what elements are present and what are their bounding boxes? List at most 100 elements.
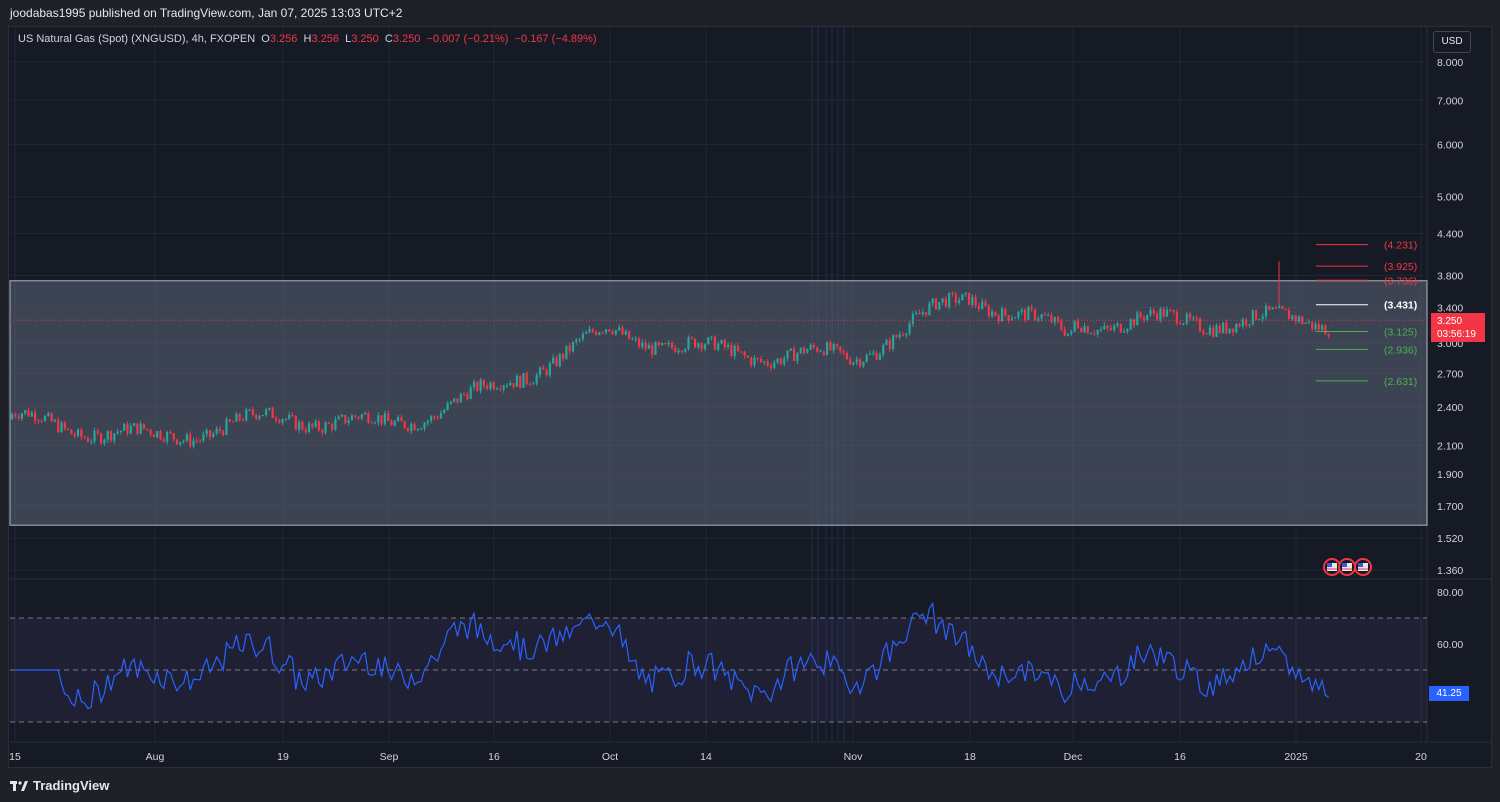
candle-body xyxy=(529,383,532,385)
candle-body xyxy=(733,345,736,357)
candle-body xyxy=(436,417,439,419)
candle-body xyxy=(347,420,350,423)
candle-body xyxy=(1116,323,1119,326)
candle-body xyxy=(403,421,406,428)
candle-body xyxy=(664,342,667,345)
candle-body xyxy=(611,331,614,334)
candle-body xyxy=(1248,324,1251,326)
candle-body xyxy=(162,439,165,442)
brand-label: TradingView xyxy=(33,778,110,793)
candle-body xyxy=(1255,310,1258,320)
candle-body xyxy=(57,420,60,433)
candle-body xyxy=(103,439,106,444)
candle-body xyxy=(40,420,43,422)
candle-body xyxy=(766,361,769,366)
candle-body xyxy=(1205,333,1208,335)
candle-body xyxy=(380,415,383,424)
candle-body xyxy=(1208,327,1211,335)
candle-body xyxy=(895,335,898,338)
candle-body xyxy=(182,440,185,442)
candle-body xyxy=(1020,309,1023,312)
candle-body xyxy=(746,355,749,358)
tradingview-logo[interactable]: TradingView xyxy=(10,778,109,793)
candle-body xyxy=(545,369,548,376)
candle-body xyxy=(166,431,169,442)
candle-body xyxy=(192,440,195,447)
candle-body xyxy=(601,332,604,334)
price-tick-label: 2.100 xyxy=(1437,440,1463,452)
candle-body xyxy=(116,431,119,434)
candle-body xyxy=(651,345,654,355)
candle-body xyxy=(1000,308,1004,322)
candle-body xyxy=(591,329,594,332)
candle-body xyxy=(763,361,766,363)
candle-body xyxy=(1324,325,1327,335)
candle-body xyxy=(677,350,680,353)
candle-body xyxy=(826,342,829,355)
candle-body xyxy=(822,351,825,355)
candle-body xyxy=(34,412,37,421)
candle-body xyxy=(1146,314,1149,321)
price-tick-label: 8.000 xyxy=(1437,57,1463,69)
candle-body xyxy=(387,413,390,422)
candle-body xyxy=(258,416,261,419)
candle-body xyxy=(1099,329,1103,331)
candle-body xyxy=(1175,311,1178,324)
candle-body xyxy=(961,294,964,301)
candle-body xyxy=(307,423,311,433)
candle-body xyxy=(136,423,139,434)
candle-body xyxy=(760,358,763,363)
candle-body xyxy=(232,421,235,423)
candle-body xyxy=(123,423,126,431)
candle-body xyxy=(179,441,182,445)
candle-body xyxy=(413,423,416,431)
candle-body xyxy=(1086,326,1089,334)
candle-body xyxy=(1090,333,1093,335)
candle-body xyxy=(17,416,20,419)
candle-body xyxy=(261,414,264,417)
candle-body xyxy=(743,351,746,356)
candle-body xyxy=(812,344,815,348)
candle-body xyxy=(637,338,641,347)
candle-body xyxy=(568,345,571,352)
candle-body xyxy=(476,381,479,391)
candle-body xyxy=(505,385,509,387)
candle-body xyxy=(670,342,674,348)
candle-body xyxy=(466,394,469,400)
candle-body xyxy=(1314,323,1317,329)
candle-body xyxy=(486,385,489,389)
candle-body xyxy=(786,350,789,359)
candle-body xyxy=(1083,326,1086,333)
candle-body xyxy=(357,416,360,419)
candle-body xyxy=(73,434,76,437)
candle-body xyxy=(1014,317,1017,319)
candle-body xyxy=(317,421,320,431)
candle-body xyxy=(934,298,938,310)
candle-body xyxy=(535,374,538,384)
candle-body xyxy=(274,417,278,421)
candle-body xyxy=(532,383,535,385)
candle-body xyxy=(644,342,647,349)
candle-body xyxy=(24,410,27,414)
candle-body xyxy=(1053,317,1056,323)
candle-body xyxy=(723,339,726,348)
candle-body xyxy=(548,363,551,376)
rsi-tick-label: 80.00 xyxy=(1437,587,1463,599)
candle-body xyxy=(278,420,281,423)
candle-body xyxy=(393,421,396,426)
chart-canvas[interactable]: (4.231) (3.925) (3.736) (3.431) (3.125) (2.93… xyxy=(0,0,1500,802)
candle-body xyxy=(921,312,924,315)
candle-body xyxy=(479,380,482,391)
candle-body xyxy=(1321,325,1324,330)
price-tick-label: 3.800 xyxy=(1437,270,1463,282)
candle-body xyxy=(882,344,885,355)
candle-body xyxy=(472,381,476,388)
price-tick-label: 1.520 xyxy=(1437,533,1463,545)
candle-body xyxy=(152,434,155,438)
range-box-layer xyxy=(9,280,1428,526)
candle-body xyxy=(370,422,373,424)
candle-body xyxy=(974,296,977,306)
time-tick-label: Aug xyxy=(146,751,165,763)
fib-label: (3.736) xyxy=(1384,275,1417,287)
currency-button[interactable]: USD xyxy=(1433,31,1471,53)
